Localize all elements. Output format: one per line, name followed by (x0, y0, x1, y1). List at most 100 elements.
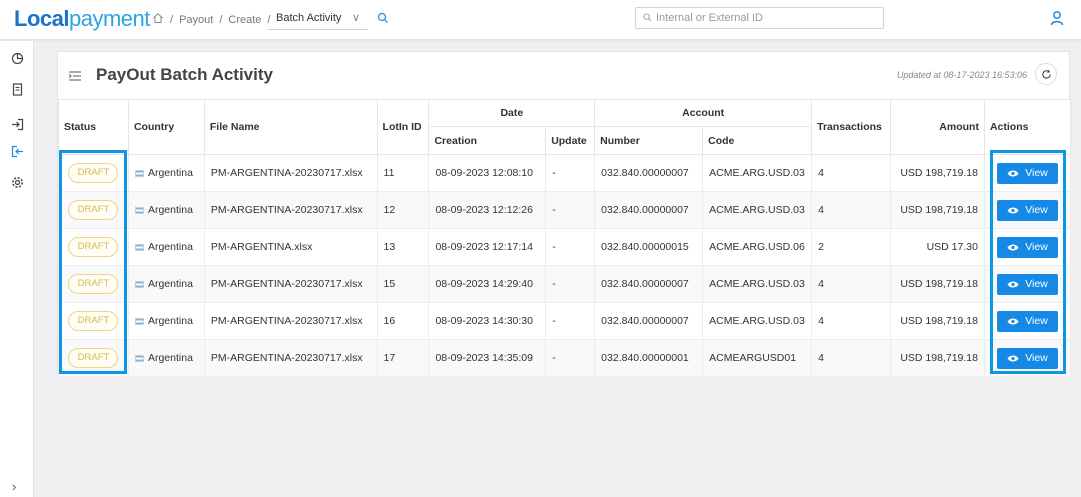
file-name-cell: PM-ARGENTINA-20230717.xlsx (203, 339, 378, 377)
account-code-cell: ACME.ARG.USD.03 (702, 191, 813, 229)
argentina-flag-icon (134, 206, 144, 214)
update-cell: - (545, 339, 596, 377)
view-button[interactable]: View (996, 273, 1058, 295)
file-name-cell: PM-ARGENTINA-20230717.xlsx (203, 154, 378, 192)
refresh-button[interactable] (1035, 63, 1057, 85)
sidebar-item-payout[interactable] (11, 145, 24, 158)
logo[interactable]: Localpayment (14, 6, 150, 32)
argentina-flag-icon (134, 169, 144, 177)
chevron-right-icon[interactable]: › (12, 479, 16, 494)
update-cell: - (545, 302, 596, 340)
account-number-cell: 032.840.00000007 (594, 265, 704, 303)
country-cell: Argentina (147, 241, 193, 253)
file-name-cell: PM-ARGENTINA-20230717.xlsx (203, 302, 378, 340)
view-button[interactable]: View (996, 347, 1058, 369)
column-header-number: Number (594, 126, 704, 155)
update-cell: - (545, 154, 596, 192)
eye-icon (1007, 207, 1019, 213)
column-header-update: Update (545, 126, 596, 155)
account-number-cell: 032.840.00000007 (594, 191, 704, 229)
search-input[interactable]: Internal or External ID (635, 7, 884, 29)
transactions-cell: 4 (811, 302, 892, 340)
account-code-cell: ACME.ARG.USD.03 (702, 265, 813, 303)
top-bar: Localpayment / Payout / Create / Batch A… (0, 0, 1081, 40)
eye-icon (1007, 244, 1019, 250)
sidebar-item-dashboard[interactable] (11, 52, 24, 65)
update-cell: - (545, 265, 596, 303)
status-badge: DRAFT (68, 274, 119, 294)
home-icon[interactable] (152, 12, 164, 27)
creation-cell: 08-09-2023 14:30:30 (428, 302, 547, 340)
table-row: DRAFT Argentina PM-ARGENTINA-20230717.xl… (58, 154, 1072, 192)
status-badge: DRAFT (68, 163, 119, 183)
breadcrumb-payout[interactable]: Payout (179, 14, 213, 26)
lotin-id-cell: 11 (376, 154, 430, 192)
view-button[interactable]: View (996, 236, 1058, 258)
creation-cell: 08-09-2023 12:08:10 (428, 154, 547, 192)
menu-icon[interactable] (68, 70, 82, 82)
updated-timestamp: Updated at 08-17-2023 16:53:06 (896, 70, 1027, 80)
country-cell: Argentina (147, 315, 193, 327)
account-number-cell: 032.840.00000001 (594, 339, 704, 377)
creation-cell: 08-09-2023 12:12:26 (428, 191, 547, 229)
sidebar: › (0, 41, 34, 497)
search-icon (643, 13, 652, 22)
breadcrumb: / Payout / Create / (152, 12, 276, 27)
eye-icon (1007, 281, 1019, 287)
lotin-id-cell: 13 (376, 228, 430, 266)
argentina-flag-icon (134, 280, 144, 288)
view-button[interactable]: View (996, 199, 1058, 221)
account-number-cell: 032.840.00000015 (594, 228, 704, 266)
eye-icon (1007, 170, 1019, 176)
amount-cell: USD 198,719.18 (890, 265, 985, 303)
account-code-cell: ACME.ARG.USD.06 (702, 228, 813, 266)
column-header-file-name: File Name (203, 99, 378, 155)
amount-cell: USD 198,719.18 (890, 339, 985, 377)
gear-icon[interactable] (11, 176, 24, 189)
lotin-id-cell: 16 (376, 302, 430, 340)
view-button[interactable]: View (996, 310, 1058, 332)
file-name-cell: PM-ARGENTINA-20230717.xlsx (203, 265, 378, 303)
table-row: DRAFT Argentina PM-ARGENTINA-20230717.xl… (58, 191, 1072, 229)
account-code-cell: ACMEARGUSD01 (702, 339, 813, 377)
country-cell: Argentina (147, 278, 193, 290)
argentina-flag-icon (134, 243, 144, 251)
amount-cell: USD 198,719.18 (890, 154, 985, 192)
amount-cell: USD 17.30 (890, 228, 985, 266)
view-button[interactable]: View (996, 162, 1058, 184)
eye-icon (1007, 355, 1019, 361)
argentina-flag-icon (134, 317, 144, 325)
creation-cell: 08-09-2023 14:29:40 (428, 265, 547, 303)
card-header: PayOut Batch Activity Updated at 08-17-2… (58, 52, 1069, 99)
creation-cell: 08-09-2023 14:35:09 (428, 339, 547, 377)
status-badge: DRAFT (68, 237, 119, 257)
transactions-cell: 2 (811, 228, 892, 266)
update-cell: - (545, 191, 596, 229)
table-row: DRAFT Argentina PM-ARGENTINA-20230717.xl… (58, 265, 1072, 303)
refresh-icon (1042, 69, 1051, 79)
search-icon[interactable] (376, 11, 390, 25)
sidebar-item-reports[interactable] (11, 83, 24, 96)
transactions-cell: 4 (811, 339, 892, 377)
column-header-lotin-id: LotIn ID (376, 99, 430, 155)
chevron-down-icon: ∨ (351, 12, 360, 24)
country-cell: Argentina (147, 352, 193, 364)
eye-icon (1007, 318, 1019, 324)
column-header-date: Date (428, 99, 596, 127)
table-row: DRAFT Argentina PM-ARGENTINA-20230717.xl… (58, 339, 1072, 377)
user-icon[interactable] (1049, 10, 1065, 26)
lotin-id-cell: 15 (376, 265, 430, 303)
batch-table: Status Country File Name LotIn ID Date A… (58, 99, 1072, 377)
column-header-status: Status (58, 99, 129, 155)
breadcrumb-create[interactable]: Create (228, 14, 261, 26)
transactions-cell: 4 (811, 191, 892, 229)
update-cell: - (545, 228, 596, 266)
account-number-cell: 032.840.00000007 (594, 302, 704, 340)
amount-cell: USD 198,719.18 (890, 302, 985, 340)
breadcrumb-select[interactable]: Batch Activity ∨ (268, 6, 368, 30)
page-title: PayOut Batch Activity (96, 65, 273, 84)
transactions-cell: 4 (811, 154, 892, 192)
sidebar-item-payin[interactable] (11, 118, 24, 131)
column-header-account: Account (594, 99, 813, 127)
file-name-cell: PM-ARGENTINA-20230717.xlsx (203, 191, 378, 229)
